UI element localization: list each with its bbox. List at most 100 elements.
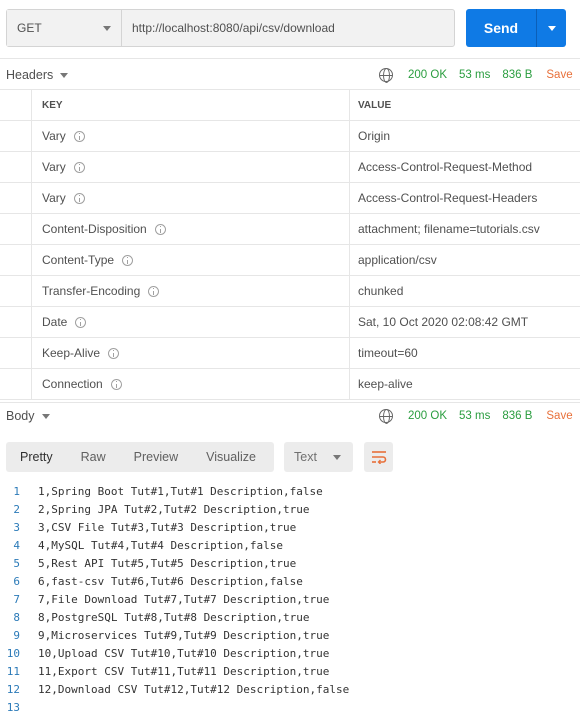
table-row: Vary Access-Control-Request-Headers [0, 183, 580, 214]
info-icon[interactable] [154, 223, 166, 235]
code-text: 5,Rest API Tut#5,Tut#5 Description,true [38, 556, 297, 570]
header-key-cell: Date [32, 307, 350, 337]
table-row: Keep-Alive timeout=60 [0, 338, 580, 369]
table-cell [0, 369, 32, 399]
table-row: Vary Access-Control-Request-Method [0, 152, 580, 183]
line-number: 6 [13, 574, 20, 588]
line-number: 3 [13, 520, 20, 534]
info-icon[interactable] [108, 347, 120, 359]
header-key: Date [42, 315, 68, 329]
line-number: 7 [13, 592, 20, 606]
chevron-down-icon [60, 72, 69, 78]
chevron-down-icon [103, 25, 111, 31]
status-code[interactable]: 200 OK [408, 410, 447, 422]
headers-title: Headers [6, 68, 54, 82]
info-icon[interactable] [73, 192, 85, 204]
info-icon[interactable] [73, 161, 85, 173]
table-cell [0, 183, 32, 213]
tab-preview[interactable]: Preview [120, 442, 192, 472]
header-key: Transfer-Encoding [42, 284, 141, 298]
info-icon[interactable] [73, 130, 85, 142]
header-key-cell: Transfer-Encoding [32, 276, 350, 306]
header-key: Connection [42, 377, 103, 391]
header-key-cell: Vary [32, 152, 350, 182]
globe-icon[interactable] [379, 68, 393, 83]
header-value: chunked [358, 284, 404, 298]
send-button[interactable]: Send [466, 9, 566, 47]
tab-pretty[interactable]: Pretty [6, 442, 67, 472]
code-text: 6,fast-csv Tut#6,Tut#6 Description,false [38, 574, 303, 588]
header-value: keep-alive [358, 377, 413, 391]
method-select[interactable]: GET [7, 10, 122, 46]
header-key: Keep-Alive [42, 346, 101, 360]
info-icon[interactable] [110, 378, 122, 390]
response-status-bar: 200 OK 53 ms 836 B Save [379, 402, 573, 430]
table-cell [0, 152, 32, 182]
header-key: Vary [42, 160, 66, 174]
headers-toggle[interactable]: Headers [0, 68, 69, 82]
body-toggle[interactable]: Body [0, 409, 50, 423]
header-key-cell: Vary [32, 121, 350, 151]
info-icon[interactable] [122, 254, 134, 266]
code-text: 2,Spring JPA Tut#2,Tut#2 Description,tru… [38, 502, 310, 516]
save-response-button[interactable]: Save [546, 69, 572, 81]
header-key-cell: Content-Disposition [32, 214, 350, 244]
method-label: GET [17, 21, 42, 35]
line-number: 9 [13, 628, 20, 642]
code-line: 1 1,Spring Boot Tut#1,Tut#1 Description,f… [0, 482, 580, 500]
globe-icon[interactable] [379, 409, 393, 424]
format-select[interactable]: Text [284, 442, 353, 472]
chevron-down-icon [333, 454, 341, 460]
column-header-key: KEY [32, 90, 350, 120]
tab-raw[interactable]: Raw [67, 442, 120, 472]
line-number: 12 [6, 682, 20, 696]
url-input[interactable]: http://localhost:8080/api/csv/download [122, 10, 454, 46]
table-row: Vary Origin [0, 121, 580, 152]
save-response-button[interactable]: Save [546, 410, 572, 422]
send-label[interactable]: Send [466, 9, 536, 47]
tab-visualize[interactable]: Visualize [192, 442, 270, 472]
info-icon[interactable] [148, 285, 160, 297]
line-number: 10 [6, 646, 20, 660]
table-row: Connection keep-alive [0, 369, 580, 400]
header-key-cell: Content-Type [32, 245, 350, 275]
table-row: Content-Disposition attachment; filename=… [0, 214, 580, 245]
code-line: 11 11,Export CSV Tut#11,Tut#11 Descriptio… [0, 662, 580, 680]
line-number: 13 [6, 700, 20, 714]
code-line: 9 9,Microservices Tut#9,Tut#9 Description… [0, 626, 580, 644]
code-text: 1,Spring Boot Tut#1,Tut#1 Description,fa… [38, 484, 323, 498]
headers-section-bar: Headers 200 OK 53 ms 836 B Save [0, 61, 580, 89]
status-code[interactable]: 200 OK [408, 69, 447, 81]
line-number: 8 [13, 610, 20, 624]
code-text: 12,Download CSV Tut#12,Tut#12 Descriptio… [38, 682, 350, 696]
table-cell [0, 121, 32, 151]
send-options-button[interactable] [536, 9, 566, 47]
response-time[interactable]: 53 ms [459, 69, 490, 81]
header-key-cell: Vary [32, 183, 350, 213]
response-size[interactable]: 836 B [502, 69, 532, 81]
line-number: 5 [13, 556, 20, 570]
code-text: 4,MySQL Tut#4,Tut#4 Description,false [38, 538, 284, 552]
code-line: 2 2,Spring JPA Tut#2,Tut#2 Description,tr… [0, 500, 580, 518]
code-line: 4 4,MySQL Tut#4,Tut#4 Description,false [0, 536, 580, 554]
header-key: Vary [42, 129, 66, 143]
code-line: 12 12,Download CSV Tut#12,Tut#12 Descript… [0, 680, 580, 698]
line-number: 11 [6, 664, 20, 678]
code-text: 3,CSV File Tut#3,Tut#3 Description,true [38, 520, 297, 534]
code-text: 11,Export CSV Tut#11,Tut#11 Description,… [38, 664, 330, 678]
code-text: 9,Microservices Tut#9,Tut#9 Description,… [38, 628, 330, 642]
header-key: Content-Disposition [42, 222, 147, 236]
response-size[interactable]: 836 B [502, 410, 532, 422]
header-value: application/csv [358, 253, 437, 267]
code-text: 7,File Download Tut#7,Tut#7 Description,… [38, 592, 330, 606]
code-line: 8 8,PostgreSQL Tut#8,Tut#8 Description,tr… [0, 608, 580, 626]
table-cell [0, 90, 32, 120]
wrap-lines-button[interactable] [364, 442, 393, 472]
body-section-bar: Body 200 OK 53 ms 836 B Save [0, 402, 580, 430]
info-icon[interactable] [75, 316, 87, 328]
table-cell [0, 245, 32, 275]
response-time[interactable]: 53 ms [459, 410, 490, 422]
table-cell [0, 338, 32, 368]
column-header-value: VALUE [358, 99, 392, 111]
response-body-editor[interactable]: 1 1,Spring Boot Tut#1,Tut#1 Description,f… [0, 482, 580, 716]
